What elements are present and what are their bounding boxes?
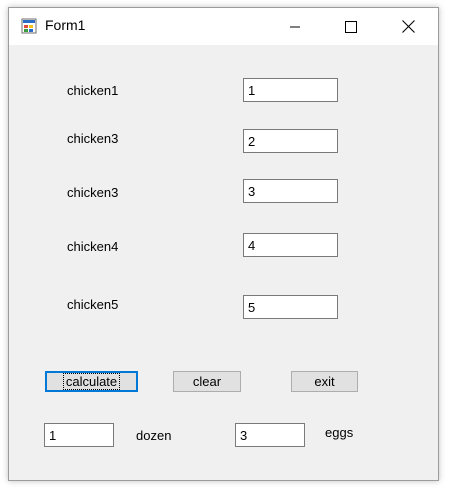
form1-window: Form1 chicken1 chicken3 chicken3 chicken… — [8, 7, 439, 481]
eggs-label: eggs — [325, 425, 354, 440]
chicken3-input[interactable] — [243, 179, 338, 203]
maximize-icon — [345, 20, 357, 33]
close-icon — [401, 20, 415, 33]
dozen-output[interactable] — [44, 423, 114, 447]
chicken5-input[interactable] — [243, 295, 338, 319]
maximize-button[interactable] — [328, 8, 374, 45]
calculate-button[interactable]: calculate — [45, 371, 138, 392]
clear-button-label: clear — [192, 374, 222, 389]
exit-button[interactable]: exit — [291, 371, 358, 392]
label-chicken5: chicken5 — [67, 297, 119, 312]
label-chicken3: chicken3 — [67, 185, 119, 200]
label-chicken1: chicken1 — [67, 83, 119, 98]
minimize-icon — [290, 26, 300, 27]
clear-button[interactable]: clear — [173, 371, 241, 392]
dozen-label: dozen — [136, 428, 172, 443]
minimize-button[interactable] — [272, 8, 318, 45]
label-chicken2: chicken3 — [67, 131, 119, 146]
app-icon[interactable] — [21, 18, 37, 34]
title-bar[interactable]: Form1 — [9, 8, 438, 45]
close-button[interactable] — [385, 8, 431, 45]
label-chicken4: chicken4 — [67, 239, 119, 254]
calculate-button-label: calculate — [62, 373, 121, 390]
window-title: Form1 — [45, 17, 86, 33]
chicken4-input[interactable] — [243, 233, 338, 257]
chicken1-input[interactable] — [243, 78, 338, 102]
eggs-output[interactable] — [235, 423, 305, 447]
exit-button-label: exit — [314, 374, 335, 389]
chicken2-input[interactable] — [243, 129, 338, 153]
